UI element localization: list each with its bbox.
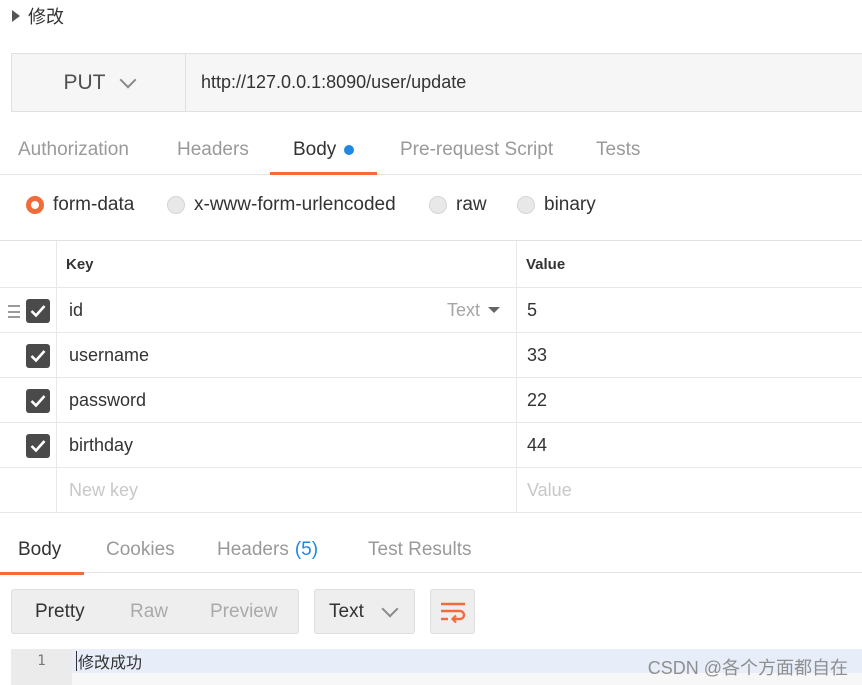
request-title[interactable]: 修改 [12, 4, 64, 28]
modified-dot-icon [344, 144, 355, 155]
tab-label: Cookies [106, 538, 175, 560]
method-select[interactable]: PUT [12, 54, 186, 111]
tab-pre-request-script[interactable]: Pre-request Script [400, 125, 553, 174]
tab-tests[interactable]: Tests [596, 125, 640, 174]
url-bar: PUT [11, 53, 862, 112]
header-check-cell [0, 241, 57, 287]
row-checkbox[interactable] [26, 299, 50, 323]
new-key-row: New key Value [0, 468, 862, 513]
tab-label: Body [18, 538, 62, 560]
key-type-label: Text [446, 299, 480, 320]
tab-label: Authorization [18, 138, 129, 160]
radio-form-data[interactable]: form-data [26, 187, 134, 223]
radio-binary[interactable]: binary [517, 187, 596, 223]
view-preview-button[interactable]: Preview [210, 590, 278, 633]
line-number: 1 [37, 653, 46, 669]
value-cell[interactable]: 22 [517, 378, 862, 422]
column-header-value: Value [526, 255, 566, 273]
key-cell[interactable]: id Text [57, 288, 517, 332]
checkmark-icon [30, 395, 46, 408]
key-cell[interactable]: birthday [57, 423, 517, 467]
tab-body[interactable]: Body [270, 125, 377, 175]
table-row: password 22 [0, 378, 862, 423]
key-type-select[interactable]: Text [447, 288, 500, 332]
active-tab-underline [270, 172, 377, 175]
table-header-row: Key Value [0, 241, 862, 288]
row-check-cell [0, 288, 57, 332]
response-tabs: Body Cookies Headers (5) Test Results [0, 525, 862, 575]
table-row: birthday 44 [0, 423, 862, 468]
tab-response-headers[interactable]: Headers (5) [217, 525, 318, 574]
checkmark-icon [30, 305, 46, 318]
view-pretty-button[interactable]: Pretty [35, 590, 85, 633]
tab-headers[interactable]: Headers [177, 125, 249, 174]
tab-label: Headers [217, 538, 289, 560]
tab-authorization[interactable]: Authorization [18, 125, 129, 174]
format-select[interactable]: Text [314, 589, 415, 634]
radio-label: form-data [53, 194, 135, 215]
radio-unchecked-icon [167, 196, 185, 214]
chevron-down-icon [381, 600, 399, 617]
radio-raw[interactable]: raw [429, 187, 487, 223]
tab-label: Test Results [368, 538, 472, 560]
checkmark-icon [30, 440, 46, 453]
key-cell[interactable]: password [57, 378, 517, 422]
format-label: Text [329, 600, 364, 622]
tab-label: Headers [177, 138, 249, 160]
row-check-cell [0, 333, 57, 377]
view-mode-segmented-control: Pretty Raw Preview [11, 589, 299, 634]
headers-count-badge: (5) [294, 538, 319, 560]
tab-cookies[interactable]: Cookies [106, 525, 175, 574]
radio-x-www-form-urlencoded[interactable]: x-www-form-urlencoded [167, 187, 396, 223]
url-input[interactable] [186, 54, 862, 111]
key-cell[interactable]: username [57, 333, 517, 377]
wrap-lines-icon [440, 602, 465, 623]
watermark: CSDN @各个方面都自在 [647, 658, 848, 678]
tab-label: Pre-request Script [400, 138, 554, 160]
view-raw-button[interactable]: Raw [130, 590, 168, 633]
new-value-input[interactable]: Value [517, 468, 862, 512]
radio-label: x-www-form-urlencoded [194, 194, 396, 215]
value-cell[interactable]: 33 [517, 333, 862, 377]
request-name: 修改 [28, 7, 64, 27]
table-row: username 33 [0, 333, 862, 378]
method-label: PUT [63, 70, 106, 94]
column-header-key: Key [57, 241, 517, 287]
radio-unchecked-icon [429, 196, 447, 214]
value-cell[interactable]: 5 [517, 288, 862, 332]
table-row: id Text 5 [0, 288, 862, 333]
row-check-cell [0, 378, 57, 422]
text-cursor [76, 651, 77, 671]
tab-label: Body [293, 138, 337, 160]
key-text: id [69, 299, 84, 320]
request-tabs: Authorization Headers Body Pre-request S… [0, 125, 862, 175]
caret-down-icon [488, 307, 500, 313]
body-type-radios: form-data x-www-form-urlencoded raw bina… [0, 187, 862, 223]
tab-response-body[interactable]: Body [0, 525, 84, 575]
checkmark-icon [30, 350, 46, 363]
row-checkbox[interactable] [26, 434, 50, 458]
chevron-down-icon [119, 71, 136, 88]
form-data-table: Key Value id Text 5 username 33 password… [0, 240, 862, 513]
radio-label: binary [544, 194, 596, 215]
value-cell[interactable]: 44 [517, 423, 862, 467]
row-checkbox[interactable] [26, 389, 50, 413]
row-checkbox[interactable] [26, 344, 50, 368]
radio-unchecked-icon [517, 196, 535, 214]
tab-test-results[interactable]: Test Results [368, 525, 471, 574]
row-check-cell [0, 468, 57, 512]
radio-checked-icon [26, 196, 44, 214]
radio-label: raw [456, 194, 487, 215]
response-text: 修改成功 [78, 653, 143, 672]
active-tab-underline [0, 572, 84, 575]
new-key-input[interactable]: New key [57, 468, 517, 512]
drag-handle-icon[interactable] [8, 305, 20, 318]
tab-label: Tests [596, 138, 641, 160]
wrap-lines-button[interactable] [430, 589, 475, 634]
expand-triangle-icon[interactable] [12, 10, 20, 22]
response-toolbar: Pretty Raw Preview Text [11, 589, 862, 635]
row-check-cell [0, 423, 57, 467]
